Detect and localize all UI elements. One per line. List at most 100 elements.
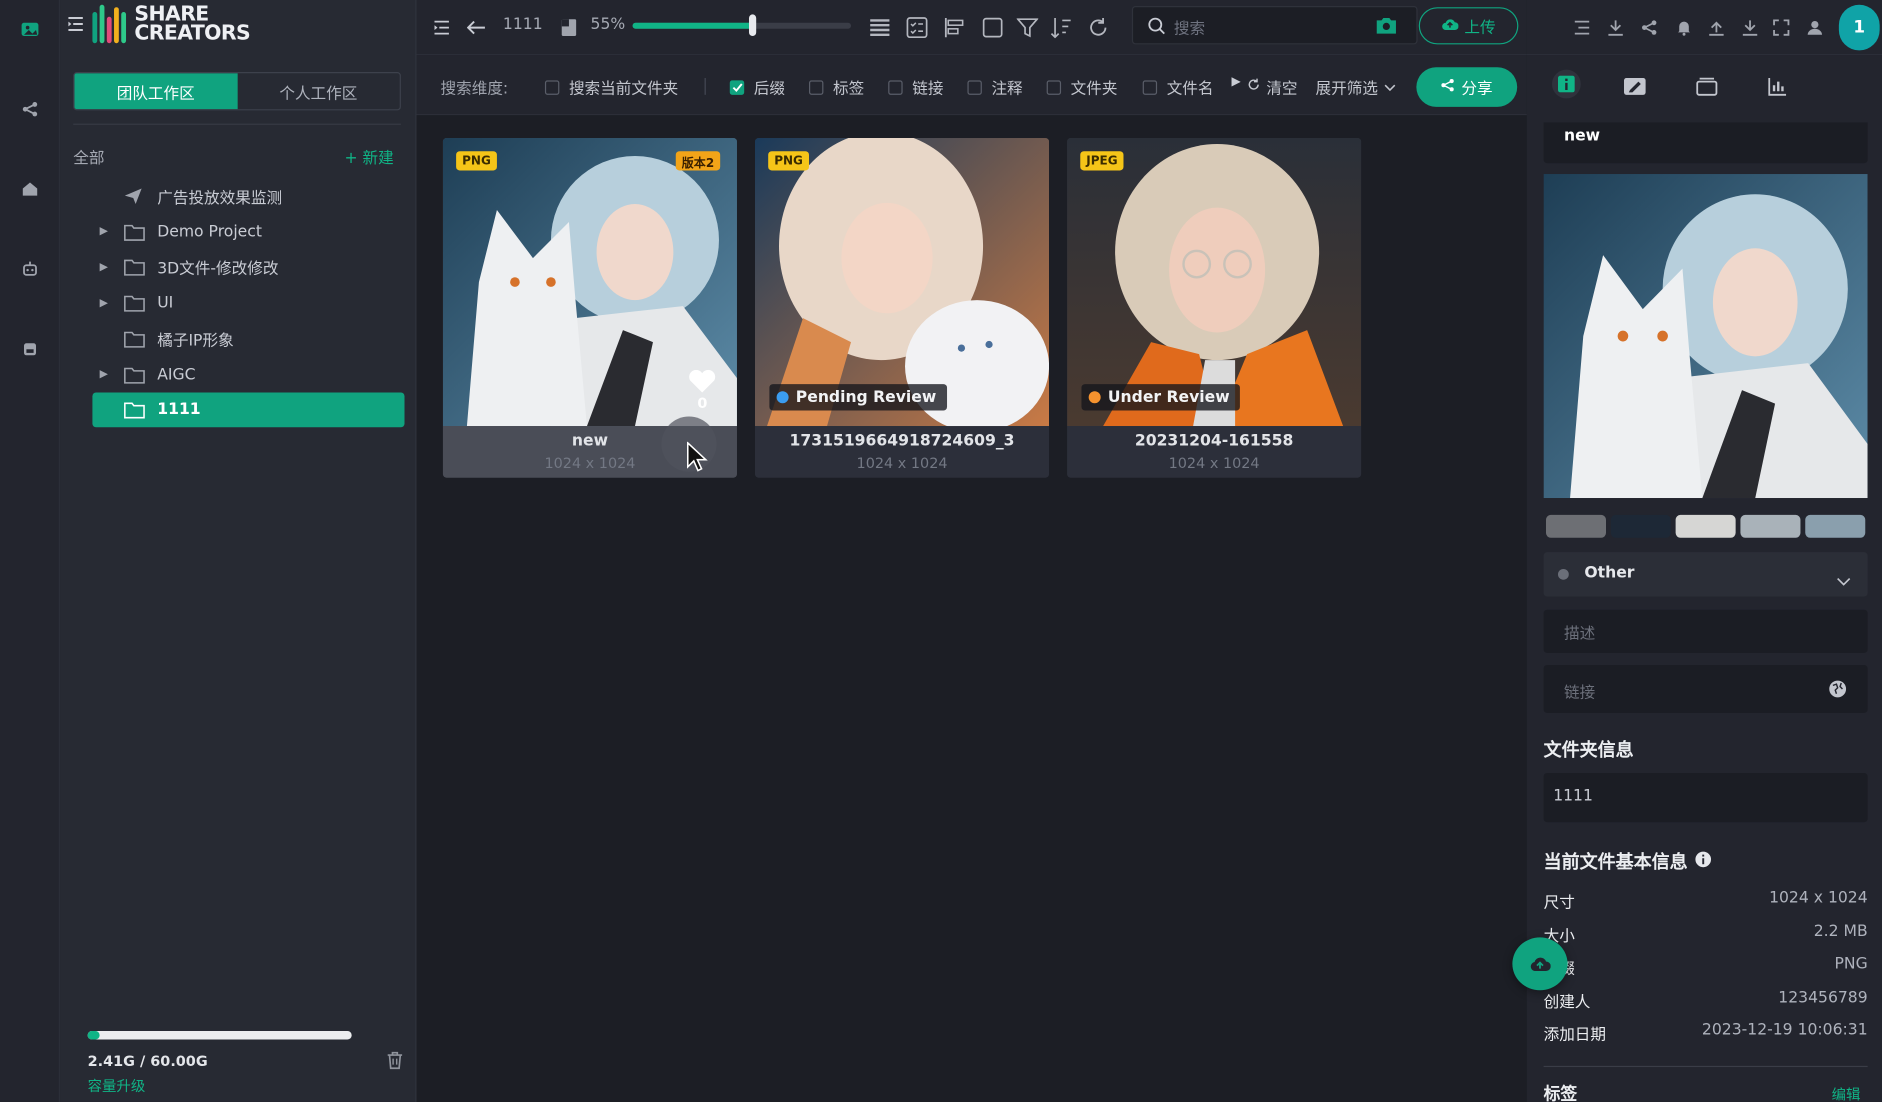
folder-icon	[124, 330, 146, 348]
search-box[interactable]: 搜索	[1131, 6, 1418, 45]
info-icon[interactable]	[1695, 850, 1712, 872]
bell-icon[interactable]	[1671, 14, 1697, 40]
collapse-panel-icon[interactable]	[429, 14, 455, 40]
upload-icon[interactable]	[1703, 14, 1729, 40]
sidebar-item-folder[interactable]: 橘子IP形象	[92, 321, 404, 356]
upgrade-capacity-link[interactable]: 容量升级	[88, 1075, 146, 1095]
filter-option[interactable]: 标签	[809, 76, 865, 99]
caret-right-icon[interactable]: ▶	[100, 226, 114, 238]
globe-icon[interactable]	[1828, 679, 1847, 703]
filter-option[interactable]: 文件夹	[1046, 76, 1117, 98]
image-search-camera-icon[interactable]	[1376, 16, 1398, 40]
upload-button[interactable]: 上传	[1418, 7, 1519, 45]
list-icon[interactable]	[1569, 14, 1595, 40]
file-thumbnail[interactable]	[1067, 138, 1362, 427]
clear-filters-button[interactable]: 清空	[1247, 76, 1298, 98]
align-icon[interactable]	[941, 14, 967, 40]
current-folder-breadcrumb[interactable]: 1111	[503, 16, 543, 34]
layers-tab-icon[interactable]	[1696, 77, 1718, 101]
cloud-upload-icon	[1530, 957, 1551, 972]
edit-annotation-tab-icon[interactable]	[1623, 77, 1647, 101]
share-button[interactable]: 分享	[1416, 67, 1518, 107]
link-input[interactable]: 链接	[1543, 664, 1868, 713]
tab-personal-workspace[interactable]: 个人工作区	[237, 73, 400, 109]
sidebar-item-label: 橘子IP形象	[157, 332, 234, 351]
sidebar: SHARE CREATORS 团队工作区 个人工作区 全部 + 新建 广告投放效果…	[60, 0, 417, 1102]
sidebar-item-folder[interactable]: 1111	[92, 392, 405, 428]
sidebar-item-folder[interactable]: ▶ 3D文件-修改修改	[92, 250, 404, 285]
filter-option[interactable]: 文件名	[1142, 76, 1214, 98]
file-name-field[interactable]: new	[1543, 122, 1868, 164]
chart-tab-icon[interactable]	[1768, 77, 1787, 101]
filter-icon[interactable]	[1014, 14, 1040, 40]
checklist-icon[interactable]	[904, 14, 930, 40]
info-key: 尺寸	[1543, 894, 1575, 913]
filter-option[interactable]: 搜索当前文件夹	[544, 76, 678, 98]
info-tab-icon[interactable]	[1551, 69, 1581, 99]
checkbox[interactable]	[1142, 79, 1158, 95]
color-swatch[interactable]	[1545, 514, 1607, 538]
sidebar-item-folder[interactable]: ▶ UI	[92, 286, 404, 321]
caret-right-icon[interactable]: ▶	[100, 368, 114, 380]
status-text: Under Review	[1107, 388, 1230, 407]
sidebar-item-folder[interactable]: ▶ Demo Project	[92, 214, 404, 249]
checkbox[interactable]	[544, 79, 560, 95]
file-thumbnail[interactable]	[754, 138, 1050, 427]
sidebar-item-folder[interactable]: ▶ AIGC	[92, 357, 404, 392]
share-icon[interactable]	[13, 92, 47, 126]
list-view-icon[interactable]	[867, 14, 893, 40]
filter-option[interactable]: 后缀	[729, 76, 785, 98]
download-icon[interactable]	[1602, 14, 1628, 40]
avatar[interactable]: 1	[1838, 4, 1880, 51]
description-input[interactable]: 描述	[1543, 609, 1868, 653]
image-library-icon[interactable]	[13, 12, 47, 46]
import-icon[interactable]	[1737, 14, 1763, 40]
checkbox[interactable]	[967, 79, 982, 95]
sort-icon[interactable]	[1048, 14, 1074, 40]
file-card[interactable]: PNG Pending Review 1731519664918724609_3…	[754, 138, 1050, 478]
share-icon[interactable]	[1636, 14, 1662, 40]
zoom-slider-handle[interactable]	[749, 14, 757, 37]
new-folder-button[interactable]: + 新建	[344, 145, 393, 168]
store-icon[interactable]	[13, 331, 47, 365]
checkbox[interactable]	[809, 79, 824, 95]
filter-option-label: 标签	[833, 80, 865, 99]
main-toolbar: 1111 55% 搜索 上传	[416, 0, 1527, 56]
tab-team-workspace[interactable]: 团队工作区	[74, 73, 238, 110]
floating-upload-button[interactable]	[1512, 937, 1568, 991]
all-files-label[interactable]: 全部	[73, 145, 104, 168]
info-row: 添加日期 2023-12-19 10:06:31	[1544, 1021, 1868, 1044]
file-card[interactable]: PNG 版本2 0 new 1024 x 1024	[442, 138, 737, 478]
expand-filters-dropdown[interactable]: 展开筛选	[1316, 76, 1396, 98]
back-arrow-icon[interactable]	[463, 14, 489, 40]
color-swatch[interactable]	[1610, 514, 1671, 538]
color-swatch[interactable]	[1675, 514, 1736, 538]
category-select[interactable]: Other	[1543, 552, 1868, 597]
caret-right-icon[interactable]: ▶	[100, 262, 114, 274]
select-box-icon[interactable]	[979, 14, 1005, 40]
details-panel: new Other 描述 链接 文件夹信息 1111 当前文件基本信息 尺寸 10…	[1526, 55, 1882, 1102]
color-swatch[interactable]	[1740, 514, 1801, 538]
caret-right-icon[interactable]: ▶	[100, 297, 114, 309]
refresh-icon[interactable]	[1085, 14, 1111, 40]
filter-option[interactable]: 注释	[967, 76, 1023, 98]
menu-toggle-icon[interactable]	[67, 14, 84, 37]
color-swatch[interactable]	[1805, 514, 1866, 538]
checkbox[interactable]	[729, 79, 745, 95]
file-card[interactable]: JPEG Under Review 20231204-161558 1024 x…	[1067, 138, 1362, 478]
card-size-icon[interactable]	[556, 14, 582, 40]
search-input[interactable]: 搜索	[1174, 16, 1205, 38]
robot-icon[interactable]	[13, 252, 47, 286]
trash-icon[interactable]	[385, 1050, 404, 1075]
folder-name-field: 1111	[1543, 772, 1868, 823]
home-icon[interactable]	[13, 172, 47, 206]
checkbox[interactable]	[1046, 79, 1062, 95]
user-icon[interactable]	[1802, 14, 1828, 40]
checkbox[interactable]	[888, 79, 903, 95]
scroll-right-arrow-icon[interactable]: ▶	[1232, 76, 1241, 89]
sidebar-item-folder[interactable]: 广告投放效果监测	[92, 179, 404, 214]
filter-option[interactable]: 链接	[888, 76, 943, 98]
fullscreen-icon[interactable]	[1768, 14, 1794, 40]
edit-tags-link[interactable]: 编辑	[1832, 1084, 1861, 1102]
preview-image[interactable]	[1543, 174, 1868, 499]
